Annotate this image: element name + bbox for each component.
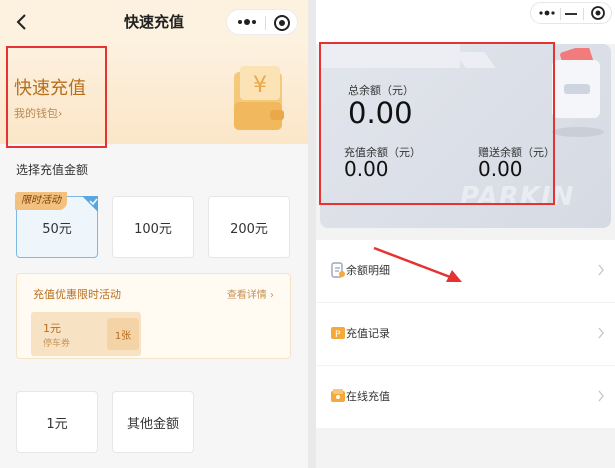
wallet-illustration-icon: ¥ xyxy=(234,66,284,130)
minimize-icon[interactable] xyxy=(565,13,577,15)
wallet-icon xyxy=(331,389,345,402)
close-target-icon[interactable] xyxy=(273,14,291,32)
promo-title: 充值优惠限时活动 xyxy=(33,288,121,301)
close-target-icon[interactable] xyxy=(590,5,606,21)
coupon-amount: 1元 xyxy=(43,322,61,335)
more-dots-icon[interactable] xyxy=(235,13,259,31)
limited-time-tag: 限时活动 xyxy=(15,192,67,210)
highlight-box-banner xyxy=(6,46,107,148)
quick-recharge-screen: 快速充值 快速充值 我的钱包› ¥ 选择充值金额 50元 限时活动 100元 2… xyxy=(0,0,308,468)
screenshot-stage: 快速充值 快速充值 我的钱包› ¥ 选择充值金额 50元 限时活动 100元 2… xyxy=(0,0,615,468)
miniprogram-capsule xyxy=(226,9,298,35)
coupon-name: 停车券 xyxy=(43,339,71,349)
parking-coupon: 1元 停车券 1张 xyxy=(31,312,141,356)
yen-symbol: ¥ xyxy=(253,73,267,98)
more-dots-icon[interactable] xyxy=(537,5,557,21)
menu-label: 充值记录 xyxy=(346,327,390,340)
menu-item-online-recharge[interactable]: 在线充值 xyxy=(316,366,615,428)
menu-item-recharge-record[interactable]: P 充值记录 xyxy=(316,303,615,365)
amount-option-100[interactable]: 100元 xyxy=(112,196,194,258)
svg-text:P: P xyxy=(335,330,341,340)
capsule-divider xyxy=(560,8,561,20)
nav-bar: 快速充值 xyxy=(0,0,308,44)
highlight-box-balance xyxy=(319,42,555,205)
menu-label: 在线充值 xyxy=(346,390,390,403)
annotation-arrow-icon xyxy=(373,246,462,282)
capsule-divider xyxy=(265,16,266,30)
chevron-right-icon xyxy=(598,264,604,276)
coupon-count: 1张 xyxy=(107,318,139,350)
promo-details-link[interactable]: 查看详情 › xyxy=(227,286,274,301)
selected-check-icon xyxy=(82,196,98,212)
chevron-right-icon xyxy=(598,390,604,402)
promo-card: 充值优惠限时活动 查看详情 › 1元 停车券 1张 xyxy=(16,273,291,359)
amount-option-other[interactable]: 其他金额 xyxy=(112,391,194,453)
miniprogram-capsule xyxy=(530,2,612,24)
choose-amount-label: 选择充值金额 xyxy=(16,163,89,177)
recharge-record-icon: P xyxy=(331,327,345,340)
top-bar xyxy=(316,0,615,44)
amount-option-200[interactable]: 200元 xyxy=(208,196,290,258)
chevron-right-icon xyxy=(598,327,604,339)
capsule-divider xyxy=(583,8,584,20)
receipt-icon xyxy=(331,262,345,278)
balance-screen: PARKIN 总余额（元） 0.00 充值余额（元） 0.00 赠送余额（元） … xyxy=(316,0,615,468)
amount-option-1[interactable]: 1元 xyxy=(16,391,98,453)
